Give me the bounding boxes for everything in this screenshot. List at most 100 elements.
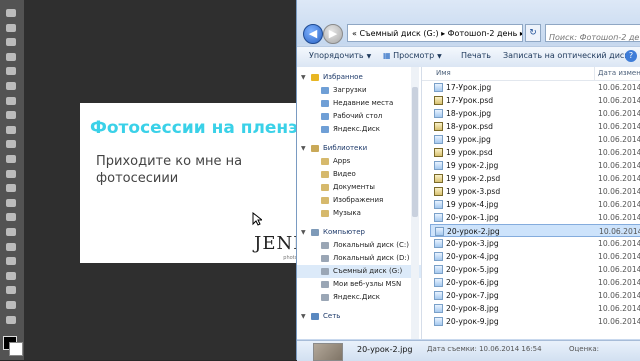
- file-row[interactable]: 19 урок-3.psd 10.06.2014 16: [430, 185, 640, 198]
- file-date: 10.06.2014 16: [598, 187, 640, 196]
- gradient-tool-icon[interactable]: [3, 167, 19, 181]
- file-row[interactable]: 20-урок-5.jpg 10.06.2014 16: [430, 263, 640, 276]
- nav-computer[interactable]: ▼ Компьютер: [297, 226, 421, 239]
- nav-item-drive[interactable]: Локальный диск (D:): [297, 252, 421, 265]
- expand-arrow-icon[interactable]: ▼: [301, 142, 306, 155]
- path-select-tool-icon[interactable]: [3, 240, 19, 254]
- nav-favorites[interactable]: ▼ Избранное: [297, 71, 421, 84]
- file-row[interactable]: 19 урок-2.psd 10.06.2014 16: [430, 172, 640, 185]
- file-row[interactable]: 19 урок-2.jpg 10.06.2014 16: [430, 159, 640, 172]
- search-box[interactable]: [545, 24, 640, 46]
- file-row[interactable]: 18-урок.psd 10.06.2014 16: [430, 120, 640, 133]
- nav-item-label: Недавние места: [333, 99, 394, 107]
- organize-menu[interactable]: Упорядочить ▼: [309, 51, 371, 60]
- background-color-swatch[interactable]: [9, 342, 23, 356]
- blur-tool-icon[interactable]: [3, 181, 19, 195]
- nav-item-drive[interactable]: Съемный диск (G:): [297, 265, 421, 278]
- file-row[interactable]: 20-урок-3.jpg 10.06.2014 16: [430, 237, 640, 250]
- nav-item-label: Видео: [333, 170, 356, 178]
- expand-arrow-icon[interactable]: ▼: [301, 71, 306, 84]
- nav-scrollbar-thumb[interactable]: [412, 87, 418, 217]
- lasso-tool-icon[interactable]: [3, 35, 19, 49]
- hand-tool-icon[interactable]: [3, 269, 19, 283]
- expand-arrow-icon[interactable]: ▼: [301, 226, 306, 239]
- file-list: Имя Дата измене 17-Урок.jpg 10.06.2014 16…: [422, 67, 640, 339]
- file-row[interactable]: 18-урок.jpg 10.06.2014 16: [430, 107, 640, 120]
- nav-libraries[interactable]: ▼ Библиотеки: [297, 142, 421, 155]
- nav-item-library[interactable]: Изображения: [297, 194, 421, 207]
- extra-tool-icon[interactable]: [3, 298, 19, 312]
- network-icon: [311, 313, 319, 320]
- nav-item-library[interactable]: Музыка: [297, 207, 421, 220]
- help-icon[interactable]: ?: [625, 50, 637, 62]
- nav-item-label: Избранное: [323, 73, 363, 81]
- file-row[interactable]: 20-урок-8.jpg 10.06.2014 16: [430, 302, 640, 315]
- forward-button[interactable]: ▶: [323, 24, 343, 44]
- banner-document[interactable]: Фотосессии на пленэ Приходите ко мне на …: [80, 103, 310, 263]
- file-row[interactable]: 19 урок.psd 10.06.2014 16: [430, 146, 640, 159]
- color-swatches[interactable]: [3, 336, 23, 356]
- nav-item-library[interactable]: Видео: [297, 168, 421, 181]
- quick-select-tool-icon[interactable]: [3, 50, 19, 64]
- nav-item-drive[interactable]: Яндекс.Диск: [297, 291, 421, 304]
- address-bar[interactable]: « Съемный диск (G:) ▸ Фотошоп-2 день ▸: [347, 24, 523, 42]
- nav-item-label: Рабочий стол: [333, 112, 383, 120]
- nav-item-library[interactable]: Документы: [297, 181, 421, 194]
- file-row[interactable]: 20-урок-2.jpg10.06.2014 16: [430, 224, 640, 237]
- brush-tool-icon[interactable]: [3, 108, 19, 122]
- file-row[interactable]: 19 урок.jpg 10.06.2014 16: [430, 133, 640, 146]
- nav-item-favorite[interactable]: Яндекс.Диск: [297, 123, 421, 136]
- print-button[interactable]: Печать: [461, 51, 491, 60]
- library-folder-icon: [321, 184, 329, 191]
- nav-item-favorite[interactable]: Рабочий стол: [297, 110, 421, 123]
- file-date: 10.06.2014 16: [598, 291, 640, 300]
- file-row[interactable]: 20-урок-4.jpg 10.06.2014 16: [430, 250, 640, 263]
- type-tool-icon[interactable]: [3, 225, 19, 239]
- file-row[interactable]: 20-урок-7.jpg 10.06.2014 16: [430, 289, 640, 302]
- clone-stamp-tool-icon[interactable]: [3, 123, 19, 137]
- extra2-tool-icon[interactable]: [3, 313, 19, 327]
- library-folder-icon: [321, 171, 329, 178]
- move-tool-icon[interactable]: [3, 6, 19, 20]
- nav-network[interactable]: ▼ Сеть: [297, 310, 421, 323]
- view-menu[interactable]: ▦ Просмотр ▼: [383, 51, 442, 60]
- file-row[interactable]: 20-урок-6.jpg 10.06.2014 16: [430, 276, 640, 289]
- column-name-header[interactable]: Имя: [436, 69, 451, 77]
- eraser-tool-icon[interactable]: [3, 152, 19, 166]
- file-row[interactable]: 20-урок-9.jpg 10.06.2014 16: [430, 315, 640, 328]
- file-date: 10.06.2014 16: [598, 317, 640, 326]
- psd-file-icon: [434, 174, 443, 183]
- crop-tool-icon[interactable]: [3, 64, 19, 78]
- file-row[interactable]: 17-Урок.psd 10.06.2014 16: [430, 94, 640, 107]
- zoom-tool-icon[interactable]: [3, 283, 19, 297]
- nav-item-favorite[interactable]: Недавние места: [297, 97, 421, 110]
- refresh-button[interactable]: ↻: [525, 24, 541, 42]
- library-folder-icon: [321, 210, 329, 217]
- nav-item-drive[interactable]: Мои веб-узлы MSN: [297, 278, 421, 291]
- healing-tool-icon[interactable]: [3, 94, 19, 108]
- expand-arrow-icon[interactable]: ▼: [301, 310, 306, 323]
- history-brush-tool-icon[interactable]: [3, 137, 19, 151]
- nav-item-library[interactable]: Apps: [297, 155, 421, 168]
- file-row[interactable]: 19 урок-4.jpg 10.06.2014 16: [430, 198, 640, 211]
- file-date: 10.06.2014 16: [598, 239, 640, 248]
- file-row[interactable]: 20-урок-1.jpg 10.06.2014 16: [430, 211, 640, 224]
- file-name: 20-урок-5.jpg: [446, 265, 499, 274]
- pen-tool-icon[interactable]: [3, 210, 19, 224]
- dodge-tool-icon[interactable]: [3, 196, 19, 210]
- details-date-taken: Дата съемки: 10.06.2014 16:54: [427, 345, 542, 353]
- image-file-icon: [435, 227, 444, 236]
- file-row[interactable]: 17-Урок.jpg 10.06.2014 16: [430, 81, 640, 94]
- nav-scrollbar[interactable]: [411, 67, 419, 339]
- column-separator[interactable]: [594, 67, 595, 80]
- search-input[interactable]: [546, 29, 640, 46]
- drive-icon: [321, 268, 329, 275]
- shape-tool-icon[interactable]: [3, 254, 19, 268]
- marquee-tool-icon[interactable]: [3, 21, 19, 35]
- nav-item-favorite[interactable]: Загрузки: [297, 84, 421, 97]
- burn-button[interactable]: Записать на оптический диск: [503, 51, 629, 60]
- back-button[interactable]: ◀: [303, 24, 323, 44]
- column-date-header[interactable]: Дата измене: [598, 69, 640, 77]
- eyedropper-tool-icon[interactable]: [3, 79, 19, 93]
- nav-item-drive[interactable]: Локальный диск (C:): [297, 239, 421, 252]
